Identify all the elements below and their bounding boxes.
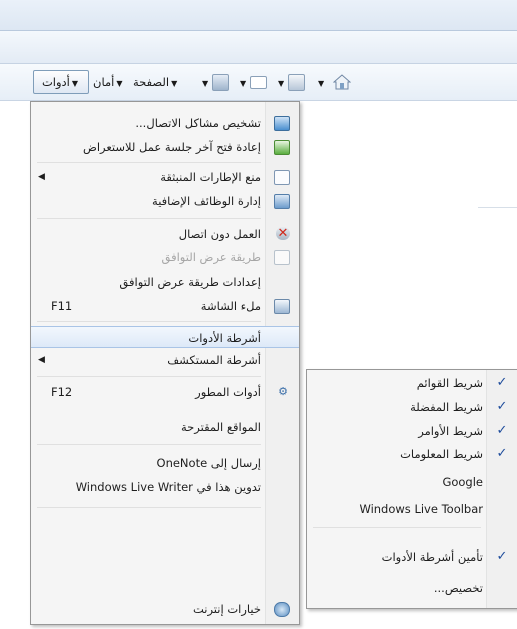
submenu-item-customize[interactable]: تخصيص... — [307, 577, 517, 599]
safety-label: أمان — [93, 75, 115, 89]
chevron-down-icon: ▼ — [71, 79, 79, 88]
submenu-item-label: شريط الأوامر — [418, 424, 483, 438]
menu-item-label: العمل دون اتصال — [178, 227, 261, 241]
work-offline-icon: ✕ — [276, 226, 290, 241]
manage-addons-icon — [274, 194, 290, 209]
submenu-item-google[interactable]: Google — [307, 471, 517, 493]
menu-item-toolbars[interactable]: أشرطة الأدوات — [31, 326, 299, 348]
menu-item-manage-addons[interactable]: إدارة الوظائف الإضافية — [31, 190, 299, 212]
page-button[interactable]: ▼الصفحة — [133, 71, 179, 93]
feeds-dropdown[interactable]: ▼ — [276, 71, 286, 93]
print-button[interactable]: ▼ — [200, 71, 210, 93]
menu-item-label: تدوين هذا في Windows Live Writer — [75, 480, 261, 494]
page-divider — [478, 207, 517, 208]
chevron-down-icon: ▼ — [171, 79, 178, 88]
menu-item-fullscreen[interactable]: F11 ملء الشاشة — [31, 295, 299, 317]
submenu-item-label: Google — [442, 475, 483, 489]
mail-dropdown[interactable]: ▼ — [238, 71, 248, 93]
menu-separator — [37, 218, 261, 219]
menu-item-work-offline[interactable]: ✕ العمل دون اتصال — [31, 223, 299, 245]
submenu-separator — [313, 527, 481, 528]
check-icon: ✓ — [496, 423, 508, 438]
menu-item-label: أشرطة المستكشف — [167, 353, 261, 367]
popup-blocker-icon — [274, 170, 290, 185]
submenu-item-favorites-bar[interactable]: ✓ شريط المفضلة — [307, 396, 517, 418]
address-band — [0, 31, 517, 64]
check-icon: ✓ — [496, 399, 508, 414]
chevron-down-icon: ▼ — [202, 79, 209, 88]
menu-item-suggested-sites[interactable]: المواقع المقترحة — [31, 416, 299, 438]
compatibility-view-icon — [274, 250, 290, 265]
submenu-item-label: تخصيص... — [433, 581, 483, 595]
menu-item-popup-blocker[interactable]: ◀ منع الإطارات المنبثقة — [31, 166, 299, 188]
command-bar: ▼أدوات ▼أمان ▼الصفحة ▼ ▼ ▼ ▼ — [0, 64, 517, 101]
toolbars-submenu: ✓ شريط القوائم ✓ شريط المفضلة ✓ شريط الأ… — [306, 369, 517, 609]
submenu-item-label: شريط المعلومات — [400, 447, 483, 461]
tools-menu: تشخيص مشاكل الاتصال... إعادة فتح آخر جلس… — [30, 101, 300, 625]
menu-item-label: تشخيص مشاكل الاتصال... — [135, 116, 261, 130]
submenu-item-menu-bar[interactable]: ✓ شريط القوائم — [307, 372, 517, 394]
menu-item-shortcut: F11 — [51, 299, 73, 313]
menu-item-internet-options[interactable]: خيارات إنترنت — [31, 598, 299, 620]
fullscreen-icon — [274, 299, 290, 314]
safety-button[interactable]: ▼أمان — [93, 71, 124, 93]
submenu-item-label: Windows Live Toolbar — [359, 502, 483, 516]
tab-strip — [0, 0, 517, 31]
submenu-item-label: شريط المفضلة — [410, 400, 483, 414]
check-icon: ✓ — [496, 375, 508, 390]
menu-item-shortcut: F12 — [51, 385, 73, 399]
menu-item-diagnose-connection[interactable]: تشخيص مشاكل الاتصال... — [31, 112, 299, 134]
submenu-arrow-icon: ◀ — [38, 172, 45, 182]
mail-icon[interactable] — [250, 76, 267, 89]
menu-item-developer-tools[interactable]: F12 ⚙ أدوات المطور — [31, 381, 299, 403]
submenu-item-status-bar[interactable]: ✓ شريط المعلومات — [307, 443, 517, 465]
menu-item-reopen-session[interactable]: إعادة فتح آخر جلسة عمل للاستعراض — [31, 136, 299, 158]
feeds-icon[interactable] — [288, 74, 305, 91]
submenu-item-windows-live-toolbar[interactable]: Windows Live Toolbar — [307, 498, 517, 520]
chevron-down-icon: ▼ — [278, 79, 285, 88]
menu-item-compatibility-settings[interactable]: إعدادات طريقة عرض التوافق — [31, 271, 299, 293]
menu-item-label: أدوات المطور — [195, 385, 261, 399]
tools-label: أدوات — [41, 75, 70, 89]
print-icon — [212, 74, 229, 91]
submenu-item-label: تأمين أشرطة الأدوات — [381, 550, 483, 564]
reopen-session-icon — [274, 140, 290, 155]
menu-item-label: إدارة الوظائف الإضافية — [152, 194, 261, 208]
internet-options-icon — [274, 602, 290, 617]
menu-separator — [37, 507, 261, 508]
menu-item-send-to-onenote[interactable]: إرسال إلى OneNote — [31, 452, 299, 474]
check-icon: ✓ — [496, 446, 508, 461]
menu-item-compatibility-view: طريقة عرض التوافق — [31, 246, 299, 268]
menu-separator — [37, 444, 261, 445]
submenu-item-label: شريط القوائم — [416, 376, 483, 390]
check-icon: ✓ — [496, 549, 508, 564]
menu-item-label: إعدادات طريقة عرض التوافق — [119, 275, 261, 289]
menu-separator — [37, 321, 261, 322]
chevron-down-icon: ▼ — [240, 79, 247, 88]
menu-separator — [37, 376, 261, 377]
home-icon[interactable] — [332, 74, 352, 93]
menu-item-label: إعادة فتح آخر جلسة عمل للاستعراض — [82, 140, 261, 154]
submenu-item-lock-toolbars[interactable]: ✓ تأمين أشرطة الأدوات — [307, 546, 517, 568]
menu-item-label: خيارات إنترنت — [192, 602, 261, 616]
menu-separator — [37, 162, 261, 163]
menu-item-label: إرسال إلى OneNote — [156, 456, 261, 470]
chevron-down-icon: ▼ — [116, 79, 123, 88]
menu-item-explorer-bars[interactable]: ◀ أشرطة المستكشف — [31, 349, 299, 371]
page-label: الصفحة — [133, 75, 170, 89]
diagnose-connection-icon — [274, 116, 290, 131]
developer-tools-icon: ⚙ — [278, 385, 288, 398]
menu-item-label: منع الإطارات المنبثقة — [160, 170, 261, 184]
menu-item-blog-in-live-writer[interactable]: تدوين هذا في Windows Live Writer — [31, 476, 299, 498]
tools-button[interactable]: ▼أدوات — [33, 70, 89, 94]
menu-item-label: طريقة عرض التوافق — [161, 250, 262, 264]
submenu-item-command-bar[interactable]: ✓ شريط الأوامر — [307, 420, 517, 442]
submenu-arrow-icon: ◀ — [38, 355, 45, 365]
chevron-down-icon: ▼ — [318, 79, 325, 88]
menu-item-label: ملء الشاشة — [200, 299, 261, 313]
menu-item-label: أشرطة الأدوات — [188, 331, 261, 345]
home-dropdown[interactable]: ▼ — [316, 71, 326, 93]
menu-item-label: المواقع المقترحة — [180, 420, 261, 434]
